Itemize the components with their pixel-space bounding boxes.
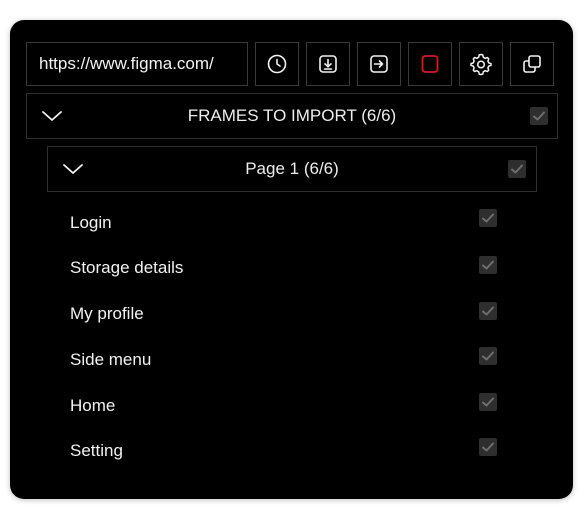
toolbar: [26, 42, 554, 86]
frame-checkbox[interactable]: [479, 302, 497, 320]
import-button[interactable]: [357, 42, 401, 86]
stop-square-icon: [419, 53, 441, 75]
gear-icon: [469, 52, 493, 76]
frame-checkbox[interactable]: [479, 393, 497, 411]
checkmark-icon: [482, 306, 494, 316]
frame-checkbox[interactable]: [479, 347, 497, 365]
page-checkbox[interactable]: [508, 160, 526, 178]
frame-checkbox[interactable]: [479, 256, 497, 274]
frame-label: Login: [70, 213, 112, 232]
section-title: FRAMES TO IMPORT (6/6): [187, 106, 397, 125]
history-button[interactable]: [255, 42, 299, 86]
checkmark-icon: [511, 164, 523, 174]
page-title: Page 1 (6/6): [245, 159, 339, 178]
download-icon: [317, 53, 339, 75]
checkmark-icon: [482, 260, 494, 270]
frame-label: Home: [70, 396, 116, 415]
page-group-header: Page 1 (6/6): [47, 146, 537, 192]
stop-button[interactable]: [408, 42, 452, 86]
frame-label: Side menu: [70, 350, 152, 369]
duplicate-button[interactable]: [510, 42, 554, 86]
checkmark-icon: [533, 111, 545, 121]
checkmark-icon: [482, 351, 494, 361]
settings-button[interactable]: [459, 42, 503, 86]
checkmark-icon: [482, 397, 494, 407]
checkmark-icon: [482, 442, 494, 452]
duplicate-icon: [521, 53, 543, 75]
frames-to-import-header: FRAMES TO IMPORT (6/6): [26, 93, 558, 139]
clock-icon: [266, 53, 288, 75]
frame-checkbox[interactable]: [479, 438, 497, 456]
select-all-frames-checkbox[interactable]: [530, 107, 548, 125]
frame-label: Setting: [70, 441, 123, 460]
download-button[interactable]: [306, 42, 350, 86]
import-arrow-icon: [368, 53, 390, 75]
figma-url-input[interactable]: [26, 42, 248, 86]
frame-label: My profile: [70, 304, 144, 323]
figma-import-panel: FRAMES TO IMPORT (6/6) Page 1 (6/6) Logi…: [10, 20, 573, 499]
frame-label: Storage details: [70, 258, 184, 277]
checkmark-icon: [482, 213, 494, 223]
frame-checkbox[interactable]: [479, 209, 497, 227]
